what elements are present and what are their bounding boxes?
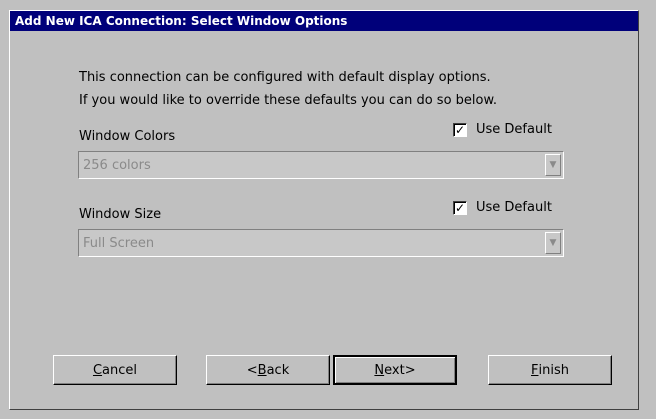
window-colors-label: Window Colors: [79, 129, 176, 144]
window-size-use-default[interactable]: ✓ Use Default: [453, 200, 552, 215]
window-size-use-default-checkbox[interactable]: ✓: [453, 200, 467, 215]
window-size-label: Window Size: [79, 207, 162, 222]
back-label-pre: <: [246, 362, 258, 378]
back-label-post: ack: [266, 362, 290, 378]
finish-button[interactable]: Finish: [488, 355, 612, 385]
window-size-value: Full Screen: [83, 236, 155, 251]
back-button[interactable]: < Back: [206, 355, 330, 385]
finish-mnemonic: F: [531, 362, 539, 378]
next-button[interactable]: Next>: [333, 355, 457, 385]
window-size-use-default-label: Use Default: [476, 200, 552, 215]
intro-line-1: This connection can be configured with d…: [79, 70, 491, 85]
window-colors-use-default[interactable]: ✓ Use Default: [453, 122, 552, 137]
cancel-label-post: ancel: [102, 362, 138, 378]
back-mnemonic: B: [257, 362, 267, 378]
window-colors-use-default-checkbox[interactable]: ✓: [453, 122, 467, 137]
window-colors-value: 256 colors: [83, 158, 151, 173]
intro-line-2: If you would like to override these defa…: [79, 93, 498, 108]
next-label-post: ext>: [384, 362, 416, 378]
dialog-title: Add New ICA Connection: Select Window Op…: [10, 11, 638, 31]
window-colors-select[interactable]: 256 colors ▼: [78, 151, 564, 179]
chevron-down-icon[interactable]: ▼: [545, 154, 561, 176]
select-window-options-dialog: Add New ICA Connection: Select Window Op…: [9, 10, 639, 410]
checkmark-icon: ✓: [454, 122, 466, 137]
next-mnemonic: N: [374, 362, 385, 378]
intro-text: This connection can be configured with d…: [79, 66, 497, 112]
cancel-mnemonic: C: [92, 362, 103, 378]
finish-label-post: inish: [538, 362, 569, 378]
cancel-button[interactable]: Cancel: [53, 355, 177, 385]
checkmark-icon: ✓: [454, 200, 466, 215]
window-colors-use-default-label: Use Default: [476, 122, 552, 137]
chevron-down-icon[interactable]: ▼: [545, 232, 561, 254]
window-size-select[interactable]: Full Screen ▼: [78, 229, 564, 257]
